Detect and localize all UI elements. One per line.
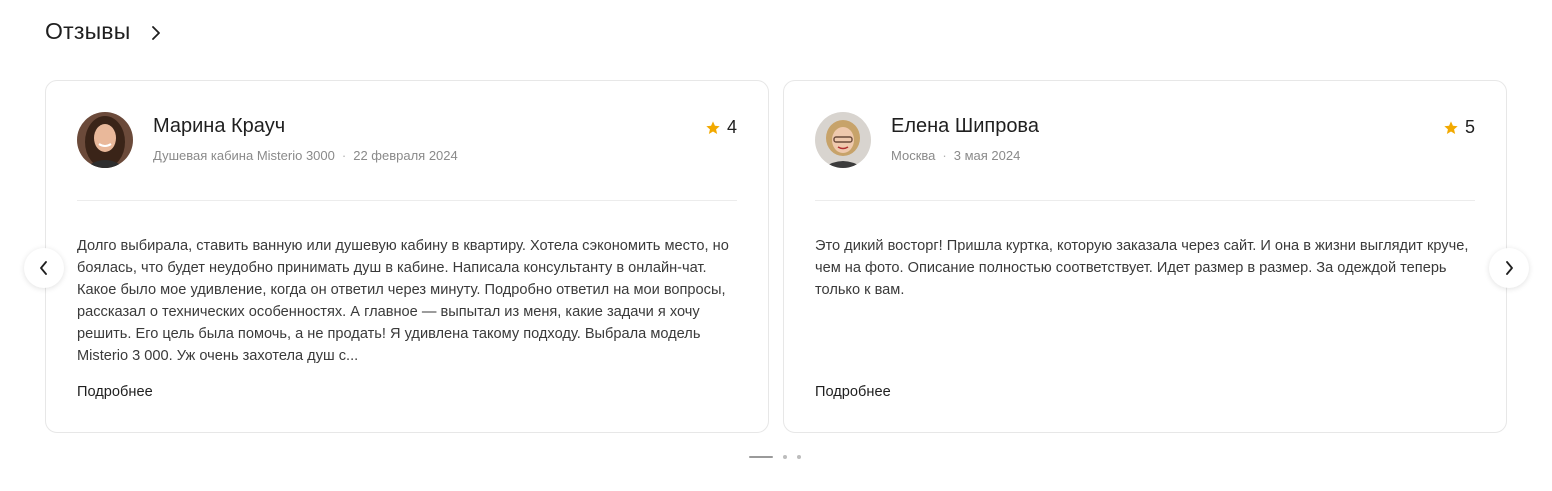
read-more-link[interactable]: Подробнее [815, 384, 891, 400]
divider [77, 200, 737, 201]
section-header: Отзывы [45, 18, 166, 45]
review-meta: Душевая кабина Misterio 3000 · 22 феврал… [153, 148, 458, 163]
avatar [77, 112, 133, 168]
pagination-dot[interactable] [783, 455, 787, 459]
carousel-pagination [749, 455, 801, 459]
author-name: Елена Шипрова [891, 115, 1039, 137]
review-date: 22 февраля 2024 [353, 148, 458, 163]
star-icon [706, 120, 720, 134]
carousel-next-button[interactable] [1489, 248, 1529, 288]
rating: 5 [1443, 117, 1475, 138]
review-card: Марина Крауч Душевая кабина Misterio 300… [45, 80, 769, 433]
author-name: Марина Крауч [153, 115, 286, 137]
rating-value: 5 [1464, 117, 1475, 137]
review-text: Это дикий восторг! Пришла куртка, котору… [815, 238, 1469, 298]
avatar [815, 112, 871, 168]
review-text: Долго выбирала, ставить ванную или душев… [77, 238, 729, 364]
chevron-left-icon [40, 261, 47, 275]
carousel-prev-button[interactable] [24, 248, 64, 288]
chevron-right-icon[interactable] [146, 23, 166, 43]
review-card: Елена Шипрова Москва · 3 мая 2024 5 Это … [783, 80, 1507, 433]
rating-value: 4 [726, 117, 737, 137]
divider [815, 200, 1475, 201]
star-icon [1444, 120, 1458, 134]
review-location: Москва [891, 148, 936, 163]
read-more-link[interactable]: Подробнее [77, 384, 153, 400]
review-meta: Москва · 3 мая 2024 [891, 148, 1020, 163]
pagination-dot[interactable] [797, 455, 801, 459]
meta-separator: · [942, 148, 947, 163]
pagination-dot-active[interactable] [749, 456, 773, 458]
review-date: 3 мая 2024 [953, 148, 1021, 163]
section-title: Отзывы [45, 18, 131, 44]
review-product: Душевая кабина Misterio 3000 [153, 148, 335, 163]
rating: 4 [705, 117, 737, 138]
meta-separator: · [341, 148, 347, 163]
chevron-right-icon [1506, 261, 1513, 275]
